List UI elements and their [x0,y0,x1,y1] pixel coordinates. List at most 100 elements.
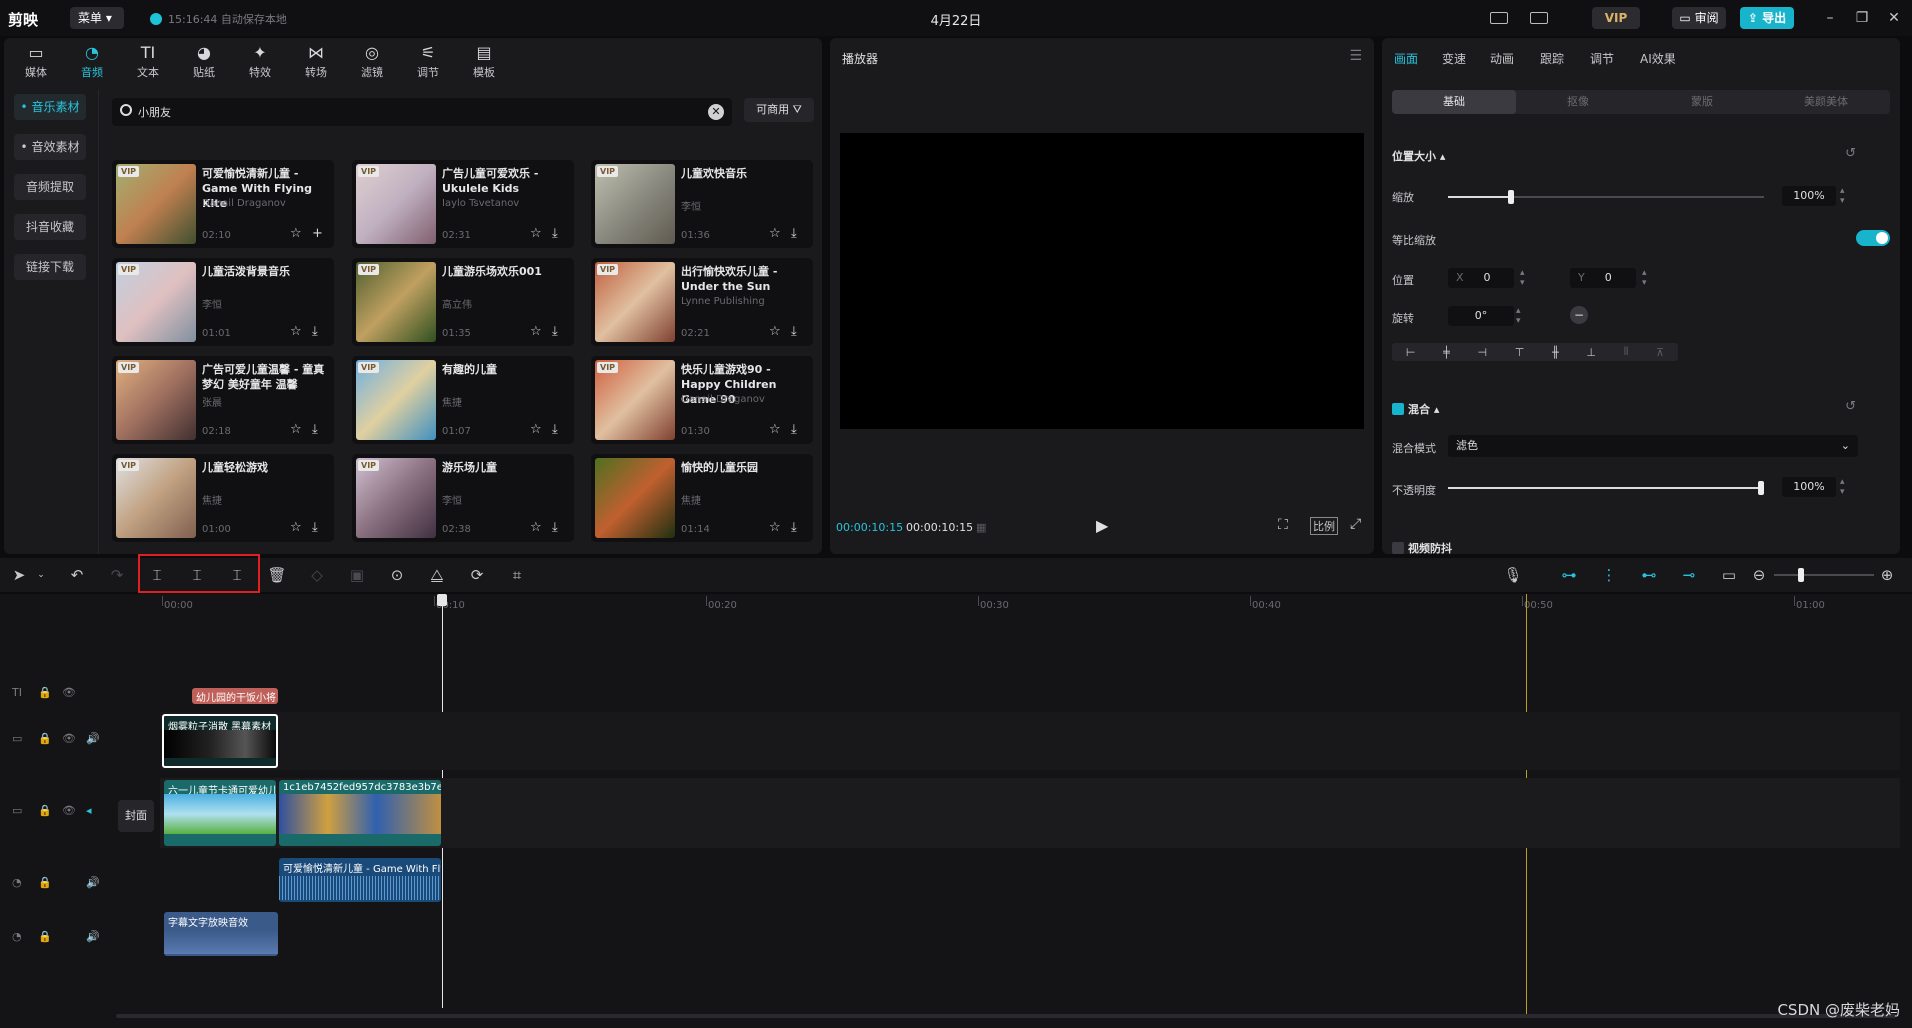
close-icon[interactable]: ✕ [1882,7,1906,29]
tab-filter[interactable]: ◎ 滤镜 [344,42,400,86]
music-card[interactable]: VIP 广告可爱儿童温馨 - 童真梦幻 美好童年 温馨 张晨 02:18 ☆ ⤓ [112,356,334,444]
select-cursor-icon[interactable]: ➤ [8,566,30,584]
cursor-dropdown-icon[interactable]: ⌄ [30,570,52,580]
volume-icon[interactable]: 🔊 [86,732,100,745]
align-center-h-icon[interactable]: ╪ [1443,346,1450,359]
props-tab[interactable]: 变速 [1442,50,1466,67]
align-center-v-icon[interactable]: ╫ [1552,346,1559,359]
rotate-stepper-icon[interactable]: ▴ ▾ [1516,306,1521,326]
favorite-icon[interactable]: ☆ [290,422,302,437]
props-tab[interactable]: 画面 [1394,50,1418,67]
scale-slider[interactable] [1448,190,1764,204]
props-subtab[interactable]: 蒙版 [1640,90,1764,114]
tab-text[interactable]: TI 文本 [120,42,176,86]
music-card[interactable]: VIP 儿童欢快音乐 李恒 01:36 ☆ ⤓ [591,160,813,248]
hamburger-icon[interactable]: ☰ [1349,48,1362,64]
favorite-icon[interactable]: ☆ [530,226,542,241]
props-tab[interactable]: AI效果 [1640,50,1676,67]
fullscreen-icon[interactable]: ⤢ [1350,516,1361,532]
linkage-icon[interactable]: ⊷ [1638,566,1660,584]
distribute-v-icon[interactable]: ⊼ [1656,346,1664,359]
music-card[interactable]: VIP 出行愉快欢乐儿童 - Under the Sun Lynne Publish… [591,258,813,346]
crop-icon[interactable]: ⌗ [506,566,528,584]
sidebar-item[interactable]: 抖音收藏 [14,214,86,240]
tab-media[interactable]: ▭ 媒体 [8,42,64,86]
sidebar-item[interactable]: 链接下载 [14,254,86,280]
tab-effects[interactable]: ✦ 特效 [232,42,288,86]
lock-icon[interactable]: 🔒 [38,804,52,817]
music-card[interactable]: 愉快的儿童乐园 焦捷 01:14 ☆ ⤓ [591,454,813,542]
scale-knob[interactable] [1508,190,1515,204]
undo-icon[interactable]: ↶ [66,566,88,584]
redo-icon[interactable]: ↷ [106,566,128,584]
cover-button[interactable]: 封面 [118,800,154,832]
sidebar-item[interactable]: 音频提取 [14,174,86,200]
section-blend[interactable]: 混合 ▴ [1392,401,1439,417]
zoom-in-icon[interactable]: ⊕ [1876,566,1898,584]
rotate-icon[interactable]: ⟳ [466,566,488,584]
stabilize-section[interactable]: 视频防抖 [1392,540,1452,556]
music-card[interactable]: VIP 儿童轻松游戏 焦捷 01:00 ☆ ⤓ [112,454,334,542]
blend-mode-select[interactable]: 滤色 ⌄ [1448,435,1858,457]
opacity-knob[interactable] [1758,481,1764,495]
grid-icon[interactable]: ▦ [976,521,986,534]
props-tab[interactable]: 动画 [1490,50,1514,67]
rotate-dial-icon[interactable]: − [1570,306,1588,324]
menu-button[interactable]: 菜单 ▾ [70,7,124,29]
opacity-stepper-icon[interactable]: ▴ ▾ [1840,477,1845,497]
volume-icon[interactable]: 🔊 [86,930,100,943]
eye-icon[interactable]: 👁 [62,804,76,817]
freeze-icon[interactable]: ▣ [346,566,368,584]
checkbox-icon[interactable] [1392,403,1404,415]
microphone-icon[interactable]: 🎙 [1502,566,1524,584]
marker-icon[interactable]: ◇ [306,566,328,584]
stepper-icon[interactable]: ▴ ▾ [1840,186,1845,206]
shortcut-icon[interactable] [1490,7,1514,29]
favorite-icon[interactable]: ☆ [769,226,781,241]
layout-icon[interactable] [1530,7,1560,29]
delete-icon[interactable]: 🗑 [266,566,288,584]
audio-clip[interactable]: 可爱愉悦清新儿童 - Game With Fly [279,858,441,902]
horizontal-scrollbar[interactable] [116,1014,1896,1018]
download-icon[interactable]: ⤓ [312,324,318,339]
mirror-icon[interactable]: ⧋ [426,566,448,584]
download-icon[interactable]: ⤓ [791,422,797,437]
favorite-icon[interactable]: ☆ [530,422,542,437]
play-icon[interactable]: ▶ [1096,516,1108,535]
clear-icon[interactable]: ✕ [708,104,724,120]
favorite-icon[interactable]: ☆ [769,520,781,535]
sfx-clip[interactable]: 字幕文字放映音效 [164,912,278,956]
sidebar-item[interactable]: • 音乐素材 [14,94,86,120]
sidebar-item[interactable]: • 音效素材 [14,134,86,160]
download-icon[interactable]: ⤓ [312,520,318,535]
eye-icon[interactable]: 👁 [62,732,76,745]
opacity-value[interactable]: 100% [1782,477,1836,497]
download-icon[interactable]: ⤓ [552,324,558,339]
music-card[interactable]: VIP 广告儿童可爱欢乐 - Ukulele Kids Iaylo Tsvetano… [352,160,574,248]
minimize-icon[interactable]: – [1818,7,1842,29]
reverse-icon[interactable]: ⊙ [386,566,408,584]
reset-icon[interactable]: ↺ [1845,146,1856,161]
download-icon[interactable]: + [312,226,323,241]
zoom-out-icon[interactable]: ⊖ [1748,566,1770,584]
align-bottom-icon[interactable]: ⊥ [1586,346,1596,359]
favorite-icon[interactable]: ☆ [530,324,542,339]
lock-icon[interactable]: 🔒 [38,732,52,745]
props-subtab[interactable]: 基础 [1392,90,1516,114]
favorite-icon[interactable]: ☆ [290,520,302,535]
vip-button[interactable]: VIP [1592,7,1640,29]
section-position-size[interactable]: 位置大小 ▴ [1392,148,1445,164]
distribute-h-icon[interactable]: ⫴ [1624,345,1629,359]
preview-axis-icon[interactable]: ⊸ [1678,566,1700,584]
fit-icon[interactable]: ▭ [1718,566,1740,584]
x-field[interactable]: X0 [1448,268,1514,288]
tab-audio[interactable]: ◔ 音频 [64,42,120,86]
music-thumbnail[interactable] [595,458,675,538]
lock-icon[interactable]: 🔒 [38,930,52,943]
props-tab[interactable]: 调节 [1590,50,1614,67]
search-input[interactable]: 小朋友 ✕ [112,98,732,126]
main-clip[interactable]: 1c1eb7452fed957dc3783e3b7e1 [279,780,441,846]
download-icon[interactable]: ⤓ [552,226,558,241]
download-icon[interactable]: ⤓ [791,520,797,535]
lock-ratio-toggle[interactable] [1856,230,1890,246]
